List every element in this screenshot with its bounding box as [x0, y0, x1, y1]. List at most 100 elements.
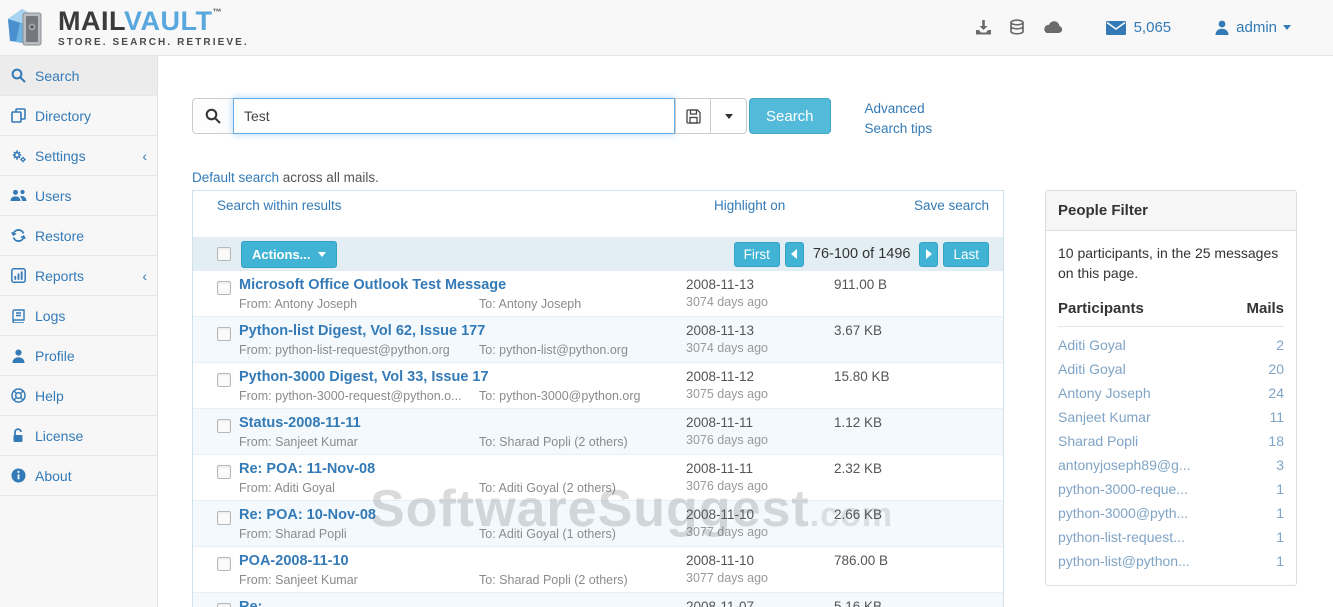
mailvault-logo[interactable]: MAILVAULT™ STORE. SEARCH. RETRIEVE. — [0, 7, 249, 49]
participant-name-link[interactable]: Sanjeet Kumar — [1058, 409, 1151, 425]
table-row[interactable]: Re: POA: 11-Nov-08 From: Aditi Goyal To:… — [193, 455, 1003, 501]
mail-to: To: Aditi Goyal (1 others) — [479, 527, 616, 541]
highlight-toggle-link[interactable]: Highlight on — [714, 198, 785, 213]
row-checkbox[interactable] — [217, 603, 231, 607]
participant-name-link[interactable]: Aditi Goyal — [1058, 337, 1126, 353]
mail-size: 2.32 KB — [834, 461, 882, 500]
default-search-link[interactable]: Default search — [192, 170, 279, 185]
results-links-row: Search within results Highlight on Save … — [193, 191, 1003, 237]
row-checkbox[interactable] — [217, 373, 231, 387]
user-menu[interactable]: admin — [1215, 19, 1291, 36]
participant-name-link[interactable]: Antony Joseph — [1058, 385, 1151, 401]
sidebar-item-label: Help — [35, 388, 64, 404]
save-query-button[interactable] — [675, 98, 711, 134]
search-tips-link[interactable]: Search tips — [865, 119, 933, 139]
advanced-link[interactable]: Advanced — [865, 99, 933, 119]
mail-to: To: python-list@python.org — [479, 343, 628, 357]
search-addon — [192, 98, 233, 134]
mail-date: 2008-11-07 — [686, 599, 834, 607]
sidebar-item-reports[interactable]: Reports ‹ — [0, 256, 157, 296]
table-row[interactable]: Re: ... 2008-11-07 5.16 KB — [193, 593, 1003, 607]
sidebar-item-users[interactable]: Users — [0, 176, 157, 216]
table-row[interactable]: Re: POA: 10-Nov-08 From: Sharad Popli To… — [193, 501, 1003, 547]
mail-subject-link[interactable]: Microsoft Office Outlook Test Message — [239, 277, 686, 293]
participant-name-link[interactable]: python-list@python... — [1058, 553, 1190, 569]
chevron-left-icon: ‹ — [142, 268, 147, 284]
sidebar-item-search[interactable]: Search — [0, 56, 157, 96]
select-all-checkbox[interactable] — [217, 247, 231, 261]
mail-size: 3.67 KB — [834, 323, 882, 362]
users-icon — [10, 189, 27, 202]
user-icon — [1215, 20, 1229, 35]
sidebar-item-logs[interactable]: Logs — [0, 296, 157, 336]
list-item: python-3000@pyth... 1 — [1058, 501, 1284, 525]
row-checkbox[interactable] — [217, 465, 231, 479]
mail-subject-link[interactable]: Python-list Digest, Vol 62, Issue 177 — [239, 323, 686, 339]
mail-date: 2008-11-10 — [686, 507, 834, 522]
sidebar-item-label: Reports — [35, 268, 84, 284]
search-button[interactable]: Search — [749, 98, 831, 134]
mail-size: 911.00 B — [834, 277, 887, 316]
participant-name-link[interactable]: python-3000-reque... — [1058, 481, 1188, 497]
sidebar-item-directory[interactable]: Directory — [0, 96, 157, 136]
mail-from: From: Aditi Goyal — [239, 481, 479, 495]
participant-name-link[interactable]: Aditi Goyal — [1058, 361, 1126, 377]
search-options-dropdown[interactable] — [711, 98, 747, 134]
mail-subject-link[interactable]: Status-2008-11-11 — [239, 415, 686, 431]
envelope-icon — [1106, 21, 1126, 35]
download-icon[interactable] — [975, 19, 992, 36]
mail-date: 2008-11-11 — [686, 461, 834, 476]
mail-count-value: 5,065 — [1134, 19, 1172, 36]
last-page-button[interactable]: Last — [943, 242, 989, 267]
mail-count[interactable]: 5,065 — [1106, 19, 1172, 36]
table-row[interactable]: Microsoft Office Outlook Test Message Fr… — [193, 271, 1003, 317]
mail-size: 15.80 KB — [834, 369, 890, 408]
sidebar-item-settings[interactable]: Settings ‹ — [0, 136, 157, 176]
participant-name-link[interactable]: Sharad Popli — [1058, 433, 1138, 449]
participant-name-link[interactable]: python-3000@pyth... — [1058, 505, 1188, 521]
participant-name-link[interactable]: antonyjoseph89@g... — [1058, 457, 1191, 473]
sidebar-item-help[interactable]: Help — [0, 376, 157, 416]
mail-from: From: Sanjeet Kumar — [239, 573, 479, 587]
row-checkbox[interactable] — [217, 419, 231, 433]
cloud-icon[interactable] — [1042, 20, 1064, 35]
mail-subject-link[interactable]: Python-3000 Digest, Vol 33, Issue 17 — [239, 369, 686, 385]
table-row[interactable]: Python-3000 Digest, Vol 33, Issue 17 Fro… — [193, 363, 1003, 409]
mail-subject-link[interactable]: Re: POA: 11-Nov-08 — [239, 461, 686, 477]
actions-label: Actions... — [252, 247, 311, 262]
search-within-results-link[interactable]: Search within results — [217, 198, 342, 213]
row-checkbox[interactable] — [217, 557, 231, 571]
participant-mail-count: 20 — [1268, 361, 1284, 377]
mail-date: 2008-11-12 — [686, 369, 834, 384]
table-row[interactable]: Python-list Digest, Vol 62, Issue 177 Fr… — [193, 317, 1003, 363]
storage-icon[interactable] — [1008, 19, 1026, 37]
mail-age: 3074 days ago — [686, 341, 834, 355]
mail-to: To: Antony Joseph — [479, 297, 581, 311]
mail-subject-link[interactable]: Re: ... — [239, 599, 686, 607]
top-header: MAILVAULT™ STORE. SEARCH. RETRIEVE. — [0, 0, 1333, 56]
mail-list: Microsoft Office Outlook Test Message Fr… — [193, 271, 1003, 607]
sidebar-item-profile[interactable]: Profile — [0, 336, 157, 376]
actions-dropdown-button[interactable]: Actions... — [241, 241, 337, 268]
search-scope-note: Default search across all mails. — [192, 170, 379, 185]
sidebar-item-license[interactable]: License — [0, 416, 157, 456]
row-checkbox[interactable] — [217, 281, 231, 295]
row-checkbox[interactable] — [217, 327, 231, 341]
first-page-button[interactable]: First — [734, 242, 780, 267]
participant-name-link[interactable]: python-list-request... — [1058, 529, 1185, 545]
participant-mail-count: 1 — [1276, 481, 1284, 497]
table-row[interactable]: Status-2008-11-11 From: Sanjeet Kumar To… — [193, 409, 1003, 455]
search-input[interactable] — [233, 98, 675, 134]
mail-subject-link[interactable]: POA-2008-11-10 — [239, 553, 686, 569]
list-item: antonyjoseph89@g... 3 — [1058, 453, 1284, 477]
mail-age: 3077 days ago — [686, 571, 834, 585]
next-page-button[interactable] — [919, 242, 938, 267]
save-search-link[interactable]: Save search — [914, 198, 989, 213]
sidebar-item-restore[interactable]: Restore — [0, 216, 157, 256]
mail-subject-link[interactable]: Re: POA: 10-Nov-08 — [239, 507, 686, 523]
sidebar-item-label: Logs — [35, 308, 65, 324]
table-row[interactable]: POA-2008-11-10 From: Sanjeet Kumar To: S… — [193, 547, 1003, 593]
prev-page-button[interactable] — [785, 242, 804, 267]
sidebar-item-about[interactable]: About — [0, 456, 157, 496]
row-checkbox[interactable] — [217, 511, 231, 525]
